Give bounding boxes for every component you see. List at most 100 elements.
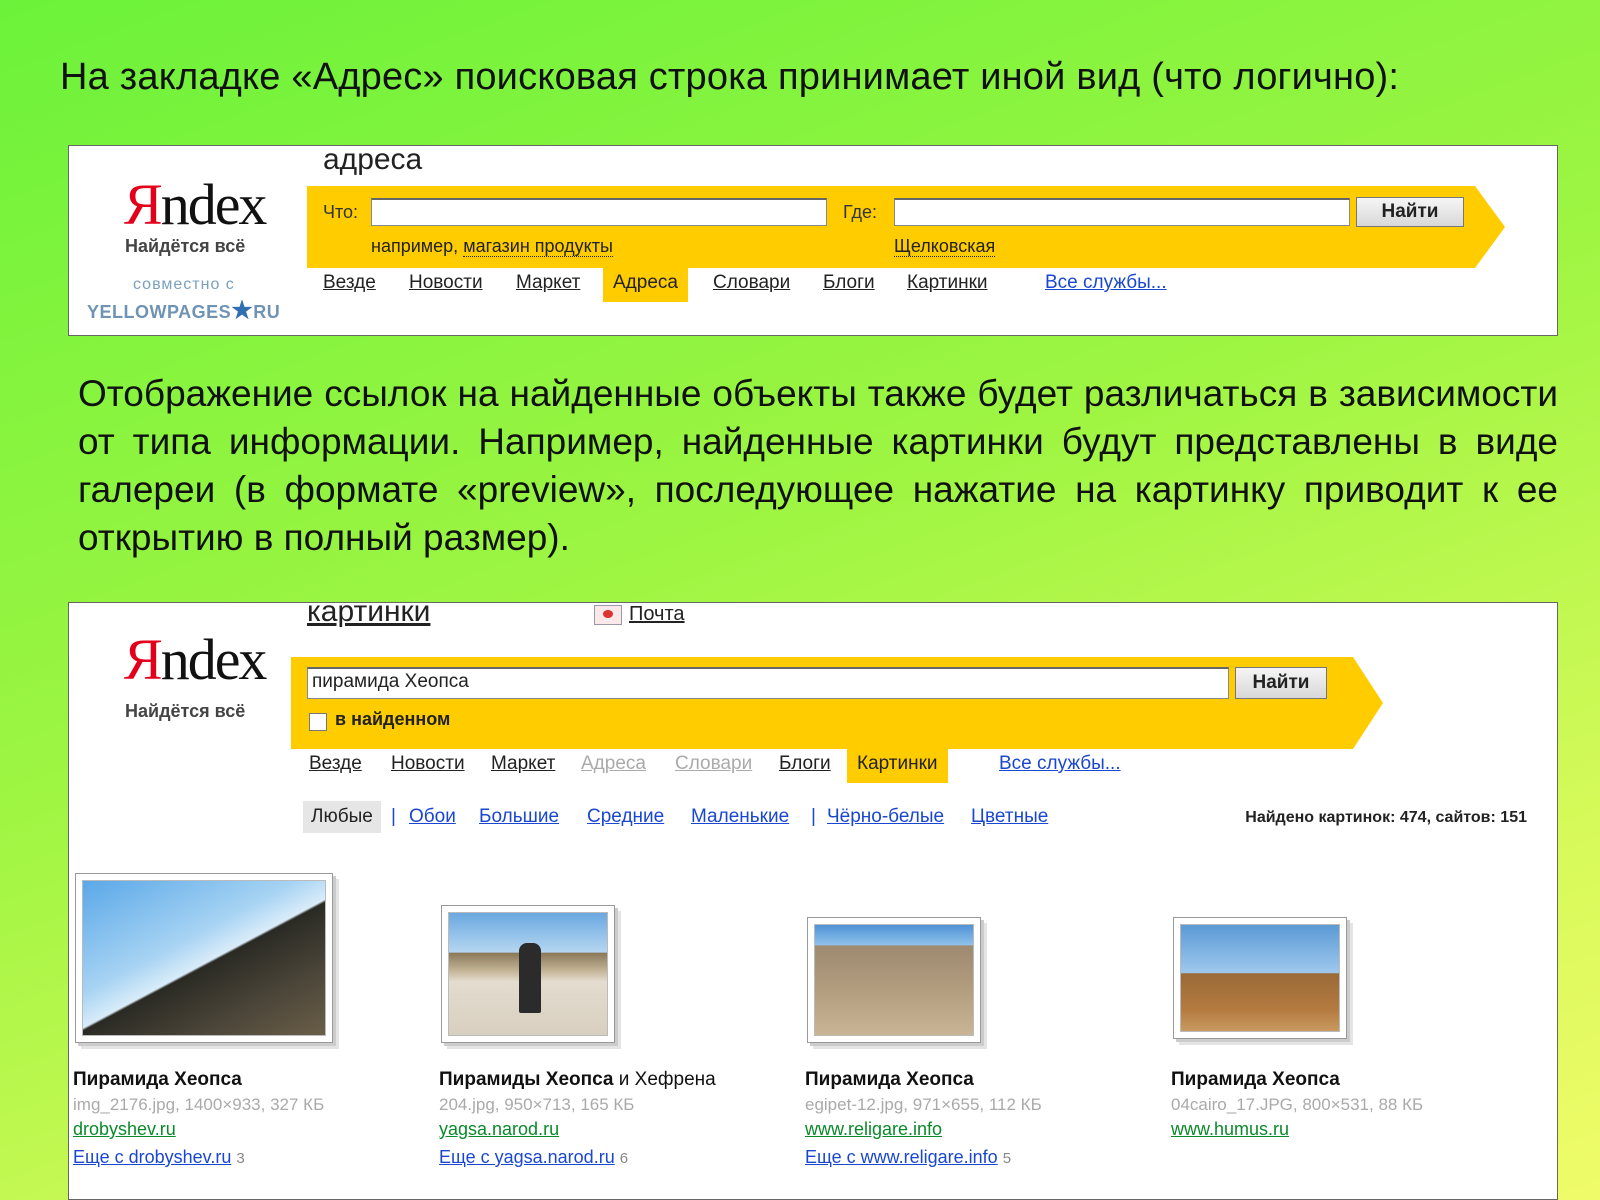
search-input[interactable]: пирамида Хеопса [307, 667, 1229, 699]
where-hint-link[interactable]: Щелковская [894, 236, 996, 257]
result-site-link[interactable]: drobyshev.ru [73, 1119, 176, 1140]
where-input[interactable] [894, 198, 1350, 226]
filter-small[interactable]: Маленькие [691, 801, 789, 833]
pyramid-thumbnail[interactable] [814, 924, 974, 1036]
all-services-link[interactable]: Все службы... [1035, 268, 1177, 302]
logo-text: ndex [160, 172, 268, 237]
result-title[interactable]: Пирамиды Хеопса и Хефрена [439, 1069, 716, 1091]
results-count: Найдено картинок: 474, сайтов: 151 [1245, 809, 1527, 827]
result-title[interactable]: Пирамида Хеопса [73, 1069, 242, 1091]
filter-black-white[interactable]: Чёрно-белые [827, 801, 944, 833]
result-title-rest: и Хефрена [613, 1069, 716, 1090]
where-hint[interactable]: Щелковская [894, 236, 996, 257]
find-button[interactable]: Найти [1356, 197, 1464, 227]
logo-text: ndex [160, 627, 268, 692]
more-count: 5 [1002, 1150, 1012, 1167]
result-title-bold: Пирамида Хеопса [1171, 1069, 1340, 1090]
slogan: Найдётся всё [125, 701, 246, 721]
thumbnail-frame[interactable] [441, 905, 615, 1043]
thumbnail-frame[interactable] [75, 873, 333, 1043]
tab-addresses[interactable]: Адреса [603, 268, 688, 302]
result-title[interactable]: Пирамида Хеопса [805, 1069, 974, 1091]
yellowpages-text: YELLOWPAGES [87, 302, 232, 322]
tab-dictionaries[interactable]: Словари [665, 749, 762, 783]
tab-blogs[interactable]: Блоги [813, 268, 885, 302]
result-more-link[interactable]: Еще с drobyshev.ru 3 [73, 1147, 245, 1168]
thumbnail-frame[interactable] [1173, 917, 1347, 1039]
filter-color[interactable]: Цветные [971, 801, 1048, 833]
slide-paragraph: Отображение ссылок на найденные объекты … [78, 373, 1558, 558]
in-found-label: в найденном [335, 709, 451, 729]
found-label: Найдено картинок: [1245, 809, 1396, 826]
result-meta: 204.jpg, 950×713, 165 КБ [439, 1095, 635, 1114]
logo-letter: Я [124, 172, 163, 237]
tab-dictionaries[interactable]: Словари [703, 268, 800, 302]
result-site-link[interactable]: yagsa.narod.ru [439, 1119, 559, 1140]
tab-news[interactable]: Новости [399, 268, 493, 302]
find-button[interactable]: Найти [1235, 667, 1327, 699]
yellowpages-ru-text: RU [253, 302, 281, 322]
tab-images[interactable]: Картинки [897, 268, 998, 302]
yandex-logo[interactable]: Яndex [124, 631, 267, 689]
pyramid-thumbnail[interactable] [448, 912, 608, 1036]
result-meta: 04cairo_17.JPG, 800×531, 88 КБ [1171, 1095, 1424, 1114]
hint-example-link[interactable]: магазин продукты [463, 236, 613, 257]
found-sites-count: 151 [1500, 809, 1527, 826]
found-images-count: 474 [1399, 809, 1427, 826]
tab-market[interactable]: Маркет [506, 268, 590, 302]
mail-link[interactable]: Почта [629, 603, 685, 626]
result-meta: img_2176.jpg, 1400×933, 327 КБ [73, 1095, 325, 1114]
mail-icon[interactable] [594, 605, 622, 625]
slogan: Найдётся всё [125, 236, 246, 256]
yandex-logo[interactable]: Яndex [124, 176, 267, 234]
thumbnail-frame[interactable] [807, 917, 981, 1043]
result-title[interactable]: Пирамида Хеопса [1171, 1069, 1340, 1091]
filter-separator: | [391, 806, 396, 827]
more-from-site[interactable]: Еще с yagsa.narod.ru [439, 1147, 615, 1167]
in-found-checkbox[interactable] [309, 713, 327, 731]
result-more-link[interactable]: Еще с www.religare.info 5 [805, 1147, 1011, 1168]
what-hint: например, магазин продукты [371, 236, 613, 257]
more-from-site[interactable]: Еще с www.religare.info [805, 1147, 998, 1167]
tab-images[interactable]: Картинки [847, 749, 948, 783]
result-site-link[interactable]: www.humus.ru [1171, 1119, 1289, 1140]
more-count: 3 [236, 1150, 245, 1167]
yellowpages-logo[interactable]: YELLOWPAGES★RU [87, 296, 280, 325]
pyramid-thumbnail[interactable] [1180, 924, 1340, 1032]
tab-blogs[interactable]: Блоги [769, 749, 841, 783]
all-services-link[interactable]: Все службы... [989, 749, 1131, 783]
filter-large[interactable]: Большие [479, 801, 559, 833]
result-title-bold: Пирамида Хеопса [73, 1069, 242, 1090]
where-label: Где: [843, 202, 878, 222]
partner-label: совместно с [133, 276, 235, 293]
filter-medium[interactable]: Средние [587, 801, 664, 833]
person-silhouette [519, 943, 541, 1013]
filter-separator: | [811, 806, 816, 827]
filter-wallpapers[interactable]: Обои [409, 801, 456, 833]
more-count: 6 [619, 1150, 629, 1167]
more-from-site[interactable]: Еще с drobyshev.ru [73, 1147, 231, 1167]
tab-market[interactable]: Маркет [481, 749, 565, 783]
result-more-link[interactable]: Еще с yagsa.narod.ru 6 [439, 1147, 628, 1168]
tab-addresses[interactable]: Адреса [571, 749, 656, 783]
tab-news[interactable]: Новости [381, 749, 475, 783]
star-icon: ★ [231, 297, 254, 324]
what-label: Что: [323, 202, 359, 222]
slide-heading: На закладке «Адрес» поисковая строка при… [60, 56, 1400, 98]
result-site-link[interactable]: www.religare.info [805, 1119, 942, 1140]
result-title-bold: Пирамида Хеопса [805, 1069, 974, 1090]
yandex-images-screenshot: Яndex Найдётся всё картинки Почта пирами… [68, 602, 1558, 1200]
result-title-bold: Пирамиды Хеопса [439, 1069, 614, 1090]
tab-everywhere[interactable]: Везде [313, 268, 386, 302]
pyramid-thumbnail[interactable] [82, 880, 326, 1036]
service-title[interactable]: картинки [307, 603, 430, 629]
what-input[interactable] [371, 198, 827, 226]
yandex-addresses-screenshot: Яndex Найдётся всё совместно с YELLOWPAG… [68, 145, 1558, 336]
hint-prefix: например, [371, 236, 459, 256]
service-title: адреса [323, 145, 423, 176]
result-meta: egipet-12.jpg, 971×655, 112 КБ [805, 1095, 1042, 1114]
tab-everywhere[interactable]: Везде [299, 749, 372, 783]
sites-label: , сайтов: [1426, 809, 1496, 826]
logo-letter: Я [124, 627, 163, 692]
filter-any[interactable]: Любые [303, 801, 381, 833]
